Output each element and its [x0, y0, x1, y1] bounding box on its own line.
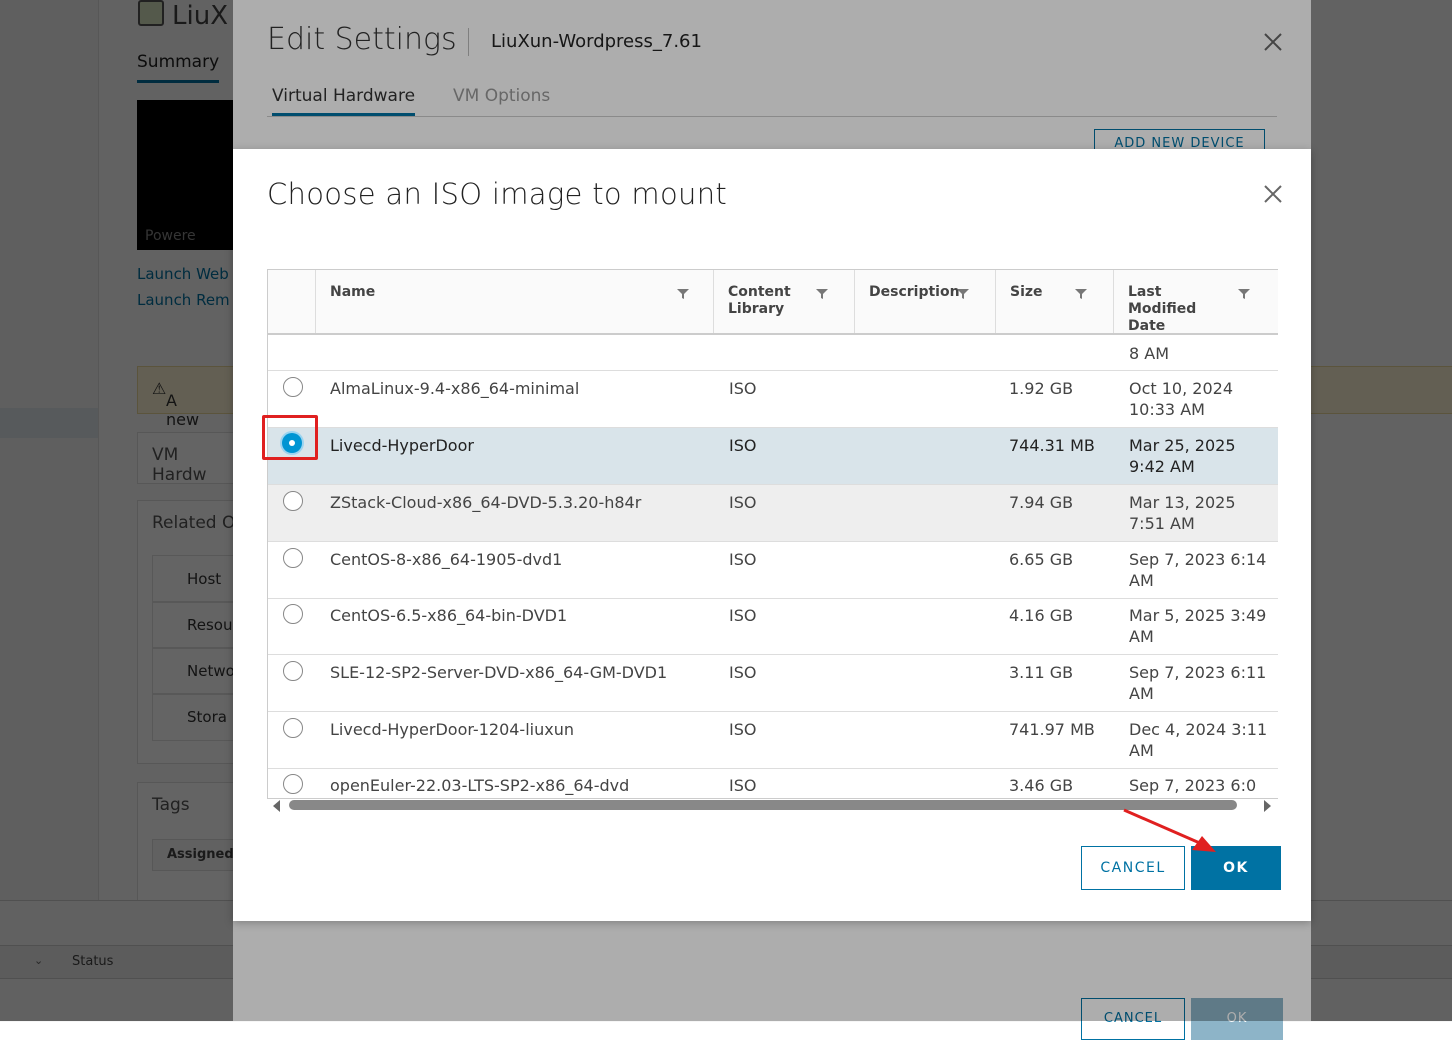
- choose-iso-title: Choose an ISO image to mount: [267, 177, 728, 211]
- row-name: CentOS-8-x86_64-1905-dvd1: [330, 550, 563, 569]
- table-row[interactable]: AlmaLinux-9.4-x86_64-minimal ISO 1.92 GB…: [268, 371, 1278, 428]
- datagrid-header: Name Content Library Description Size La…: [268, 270, 1278, 335]
- row-name: AlmaLinux-9.4-x86_64-minimal: [330, 379, 580, 398]
- row-name: openEuler-22.03-LTS-SP2-x86_64-dvd: [330, 776, 630, 795]
- row-radio[interactable]: [283, 661, 303, 681]
- annotation-highlight-box: [262, 415, 318, 460]
- row-name: SLE-12-SP2-Server-DVD-x86_64-GM-DVD1: [330, 663, 668, 682]
- filter-icon[interactable]: [816, 288, 828, 300]
- row-library: ISO: [729, 606, 757, 625]
- row-library: ISO: [729, 436, 757, 455]
- header-description-label: Description: [869, 284, 960, 300]
- row-size: 4.16 GB: [1009, 606, 1074, 625]
- row-size: 744.31 MB: [1009, 436, 1095, 455]
- row-date-tail: 8 AM: [1129, 344, 1170, 363]
- filter-icon[interactable]: [957, 288, 969, 300]
- row-radio[interactable]: [283, 718, 303, 738]
- row-library: ISO: [729, 379, 757, 398]
- filter-icon[interactable]: [1238, 288, 1250, 300]
- row-library: ISO: [729, 776, 757, 795]
- row-date: Mar 5, 2025 3:49 AM: [1129, 606, 1267, 646]
- row-size: 1.92 GB: [1009, 379, 1074, 398]
- table-row[interactable]: 8 AM: [268, 335, 1278, 371]
- row-radio[interactable]: [283, 377, 303, 397]
- filter-icon[interactable]: [677, 288, 689, 300]
- scroll-left-icon[interactable]: [273, 800, 280, 812]
- row-library: ISO: [729, 493, 757, 512]
- scroll-right-icon[interactable]: [1264, 800, 1271, 812]
- header-name[interactable]: Name: [315, 270, 714, 333]
- close-icon[interactable]: [1261, 182, 1285, 206]
- row-radio[interactable]: [283, 548, 303, 568]
- row-date: Sep 7, 2023 6:11 AM: [1129, 663, 1267, 703]
- row-radio[interactable]: [283, 491, 303, 511]
- header-select-column: [268, 270, 315, 333]
- annotation-arrow-icon: [1123, 808, 1216, 852]
- row-date: Sep 7, 2023 6:0: [1129, 776, 1257, 795]
- header-description[interactable]: Description: [854, 270, 996, 333]
- header-size-label: Size: [1010, 284, 1043, 300]
- row-date: Dec 4, 2024 3:11 AM: [1129, 720, 1268, 760]
- table-row-selected[interactable]: Livecd-HyperDoor ISO 744.31 MB Mar 25, 2…: [268, 428, 1278, 485]
- row-library: ISO: [729, 663, 757, 682]
- header-content-library[interactable]: Content Library: [713, 270, 855, 333]
- header-name-label: Name: [330, 284, 376, 300]
- row-size: 741.97 MB: [1009, 720, 1095, 739]
- table-row[interactable]: ZStack-Cloud-x86_64-DVD-5.3.20-h84r ISO …: [268, 485, 1278, 542]
- iso-datagrid: Name Content Library Description Size La…: [267, 269, 1278, 799]
- row-library: ISO: [729, 550, 757, 569]
- header-content-library-label: Content Library: [728, 284, 791, 317]
- row-radio[interactable]: [283, 774, 303, 794]
- table-row[interactable]: Livecd-HyperDoor-1204-liuxun ISO 741.97 …: [268, 712, 1278, 769]
- row-date: Mar 25, 2025 9:42 AM: [1129, 436, 1236, 476]
- row-name: CentOS-6.5-x86_64-bin-DVD1: [330, 606, 568, 625]
- row-name: Livecd-HyperDoor: [330, 436, 474, 455]
- filter-icon[interactable]: [1075, 288, 1087, 300]
- scrollbar-thumb[interactable]: [289, 800, 1237, 810]
- row-date: Sep 7, 2023 6:14 AM: [1129, 550, 1267, 590]
- row-size: 6.65 GB: [1009, 550, 1074, 569]
- header-last-modified[interactable]: Last Modified Date: [1113, 270, 1278, 334]
- row-name: ZStack-Cloud-x86_64-DVD-5.3.20-h84r: [330, 493, 642, 512]
- header-size[interactable]: Size: [995, 270, 1114, 333]
- header-last-modified-label: Last Modified Date: [1128, 284, 1197, 334]
- row-name: Livecd-HyperDoor-1204-liuxun: [330, 720, 574, 739]
- datagrid-body: 8 AM AlmaLinux-9.4-x86_64-minimal ISO 1.…: [268, 335, 1278, 798]
- row-size: 3.11 GB: [1009, 663, 1074, 682]
- table-row[interactable]: CentOS-8-x86_64-1905-dvd1 ISO 6.65 GB Se…: [268, 542, 1278, 599]
- table-row[interactable]: openEuler-22.03-LTS-SP2-x86_64-dvd ISO 3…: [268, 768, 1278, 798]
- row-library: ISO: [729, 720, 757, 739]
- row-radio[interactable]: [283, 604, 303, 624]
- row-date: Oct 10, 2024 10:33 AM: [1129, 379, 1233, 419]
- row-date: Mar 13, 2025 7:51 AM: [1129, 493, 1236, 533]
- table-row[interactable]: CentOS-6.5-x86_64-bin-DVD1 ISO 4.16 GB M…: [268, 598, 1278, 655]
- row-size: 3.46 GB: [1009, 776, 1074, 795]
- table-row[interactable]: SLE-12-SP2-Server-DVD-x86_64-GM-DVD1 ISO…: [268, 655, 1278, 712]
- row-size: 7.94 GB: [1009, 493, 1074, 512]
